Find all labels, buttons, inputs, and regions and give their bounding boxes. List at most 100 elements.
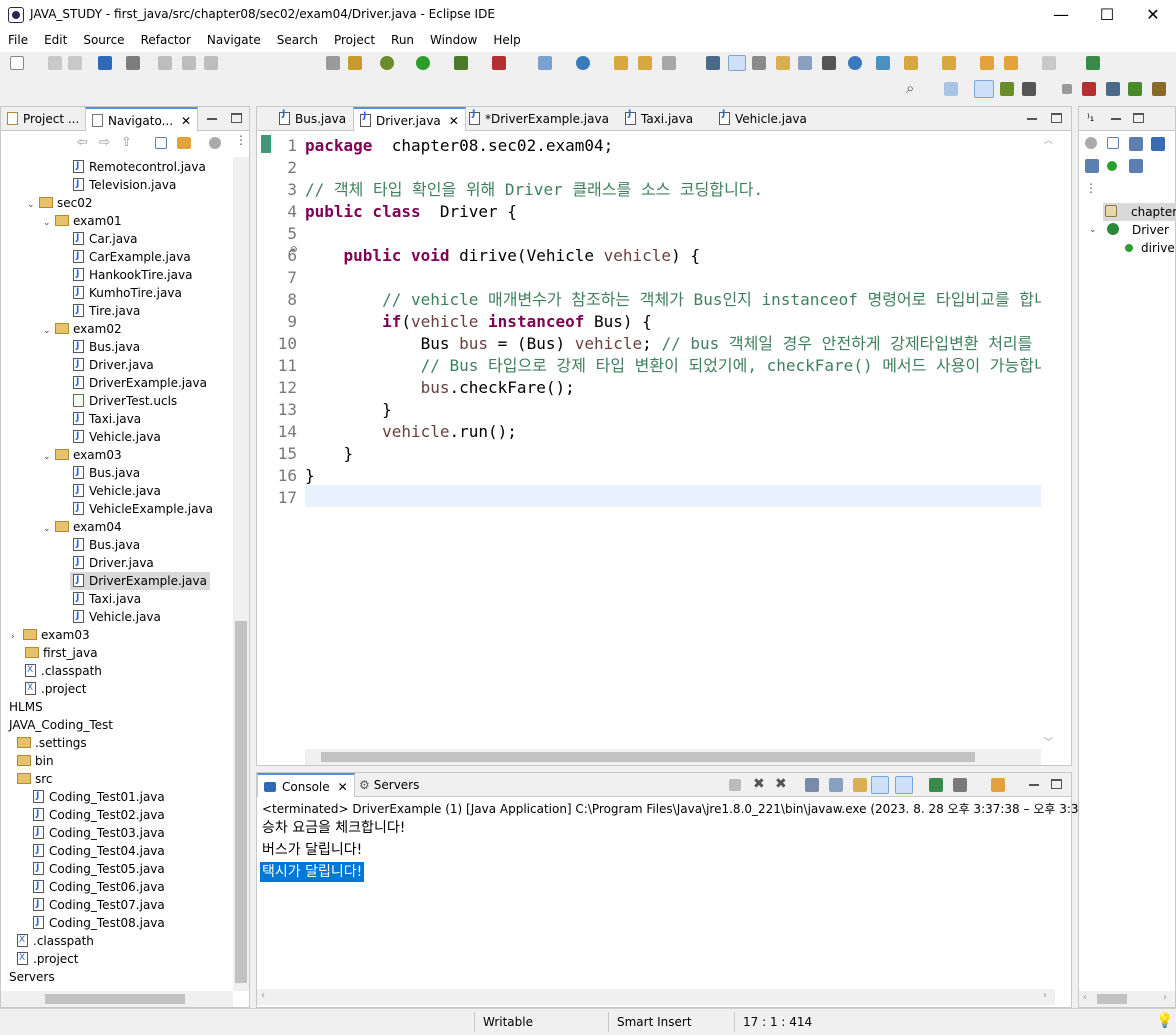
tab-navigator[interactable]: Navigato... ✕: [85, 107, 199, 131]
tree-item[interactable]: DriverExample.java: [73, 373, 207, 392]
perspective-d-icon[interactable]: [1152, 82, 1166, 96]
build-icon[interactable]: [348, 56, 362, 70]
code-line[interactable]: package chapter08.sec02.exam04;: [305, 135, 613, 157]
open-perspective-icon[interactable]: [944, 82, 958, 96]
tree-item[interactable]: Vehicle.java: [73, 481, 161, 500]
tab-project-explorer[interactable]: Project ...: [1, 107, 85, 131]
tree-item[interactable]: Coding_Test05.java: [33, 859, 165, 878]
debug-icon[interactable]: [380, 56, 394, 70]
close-button[interactable]: ✕: [1130, 0, 1176, 30]
display-console-icon[interactable]: [953, 778, 967, 792]
view-menu-icon[interactable]: ⋮: [235, 133, 247, 147]
editor-tab[interactable]: Vehicle.java: [713, 107, 813, 131]
new-java-project-icon[interactable]: [538, 56, 552, 70]
tree-vscrollbar[interactable]: [233, 157, 249, 991]
code-line[interactable]: // 객체 타입 확인을 위해 Driver 클래스를 소스 코딩합니다.: [305, 179, 763, 201]
terminate-console-icon[interactable]: [729, 779, 741, 791]
show-whitespace-icon[interactable]: [776, 56, 790, 70]
tree-item[interactable]: Coding_Test03.java: [33, 823, 165, 842]
filter-icon[interactable]: [209, 137, 221, 149]
forward-icon[interactable]: [1042, 56, 1056, 70]
console-hscrollbar[interactable]: ‹ ›: [257, 989, 1055, 1005]
perspective-c-icon[interactable]: [1128, 82, 1142, 96]
remove-all-icon[interactable]: ✖: [775, 776, 787, 792]
open-type-icon[interactable]: [614, 56, 628, 70]
maximize-icon[interactable]: [1051, 779, 1062, 789]
toggle-icon[interactable]: [326, 56, 340, 70]
tree-item[interactable]: .classpath: [25, 661, 102, 680]
tree-item[interactable]: Car.java: [73, 229, 138, 248]
highlight-icon[interactable]: [728, 55, 746, 71]
open-task-icon[interactable]: [638, 56, 652, 70]
suspend-icon[interactable]: [182, 56, 196, 70]
scroll-up-icon[interactable]: ︿: [1044, 133, 1053, 146]
scroll-thumb[interactable]: [45, 994, 185, 1004]
tree-item[interactable]: Bus.java: [73, 337, 140, 356]
tree-item[interactable]: first_java: [25, 644, 98, 662]
code-area[interactable]: package chapter08.sec02.exam04; // 객체 타입 …: [305, 131, 1041, 751]
restore-icon[interactable]: [1062, 84, 1072, 94]
minimize-icon[interactable]: [1111, 118, 1121, 120]
save-all-icon[interactable]: [68, 56, 82, 70]
tree-item[interactable]: Remotecontrol.java: [73, 157, 206, 176]
tree-item[interactable]: Taxi.java: [73, 409, 141, 428]
prev-annotation-icon[interactable]: [942, 56, 956, 70]
perspective-a-icon[interactable]: [1082, 82, 1096, 96]
maximize-icon[interactable]: [1051, 113, 1062, 123]
pilcrow-icon[interactable]: [822, 56, 836, 70]
resume-icon[interactable]: [158, 56, 172, 70]
tree-item[interactable]: ⌄ exam01: [43, 212, 122, 230]
editor-tab[interactable]: Driver.java ✕: [353, 107, 466, 131]
tree-item[interactable]: Servers: [9, 968, 55, 986]
block-selection-icon[interactable]: [752, 56, 766, 70]
tree-item[interactable]: Bus.java: [73, 535, 140, 554]
next-annotation-icon[interactable]: [904, 56, 918, 70]
chevron-down-icon[interactable]: ⌄: [27, 196, 39, 214]
show-stderr-icon[interactable]: [895, 776, 913, 794]
tree-item[interactable]: .project: [17, 949, 78, 968]
tree-item[interactable]: Bus.java: [73, 463, 140, 482]
menu-help[interactable]: Help: [485, 30, 528, 52]
git-perspective-icon[interactable]: [1022, 82, 1036, 96]
code-line[interactable]: public void dirive(Vehicle vehicle) {: [305, 245, 700, 267]
close-icon[interactable]: ✕: [181, 114, 191, 128]
tree-item[interactable]: .classpath: [17, 931, 94, 950]
code-line[interactable]: public class Driver {: [305, 201, 517, 223]
menu-project[interactable]: Project: [326, 30, 383, 52]
menu-file[interactable]: File: [0, 30, 36, 52]
code-line[interactable]: }: [305, 465, 315, 487]
hide-fields-icon[interactable]: [1151, 137, 1165, 151]
chevron-down-icon[interactable]: ⌄: [1089, 225, 1101, 235]
chevron-right-icon[interactable]: ›: [11, 628, 23, 646]
scroll-thumb[interactable]: [321, 752, 975, 762]
lightbulb-icon[interactable]: 💡: [1156, 1013, 1173, 1029]
menu-run[interactable]: Run: [383, 30, 422, 52]
editor-hscrollbar[interactable]: [305, 749, 1041, 765]
minimize-icon[interactable]: [1027, 118, 1037, 120]
tree-item[interactable]: ⌄ sec02: [27, 194, 93, 212]
maximize-icon[interactable]: [231, 113, 242, 123]
search-tool-icon[interactable]: [662, 56, 676, 70]
tree-item[interactable]: DriverTest.ucls: [73, 392, 177, 410]
nav-back-icon[interactable]: ⇦: [77, 135, 88, 150]
tree-item[interactable]: Coding_Test06.java: [33, 877, 165, 896]
run-icon[interactable]: [416, 56, 430, 70]
tree-item[interactable]: Coding_Test08.java: [33, 913, 165, 932]
back-icon[interactable]: [1004, 56, 1018, 70]
tree-item[interactable]: CarExample.java: [73, 247, 191, 266]
tree-item[interactable]: HankookTire.java: [73, 265, 192, 284]
code-line[interactable]: Bus bus = (Bus) vehicle; // bus 객체일 경우 안…: [305, 333, 1033, 355]
editor-tab[interactable]: *DriverExample.java: [463, 107, 615, 131]
tree-item[interactable]: › exam03: [11, 626, 90, 644]
tree-item[interactable]: Coding_Test07.java: [33, 895, 165, 914]
tree-item[interactable]: src: [17, 770, 53, 788]
tree-item[interactable]: HLMS: [9, 698, 43, 716]
collapse-all-icon[interactable]: [1107, 137, 1119, 149]
tree-item[interactable]: VehicleExample.java: [73, 499, 213, 518]
editor-vscrollbar[interactable]: ︿ ﹀: [1041, 131, 1057, 751]
code-line[interactable]: vehicle.run();: [305, 421, 517, 443]
scroll-lock-icon[interactable]: [829, 778, 843, 792]
scroll-thumb[interactable]: [1097, 994, 1127, 1004]
last-edit-icon[interactable]: [980, 56, 994, 70]
code-line[interactable]: // vehicle 매개변수가 참조하는 객체가 Bus인지 instance…: [305, 289, 1041, 311]
